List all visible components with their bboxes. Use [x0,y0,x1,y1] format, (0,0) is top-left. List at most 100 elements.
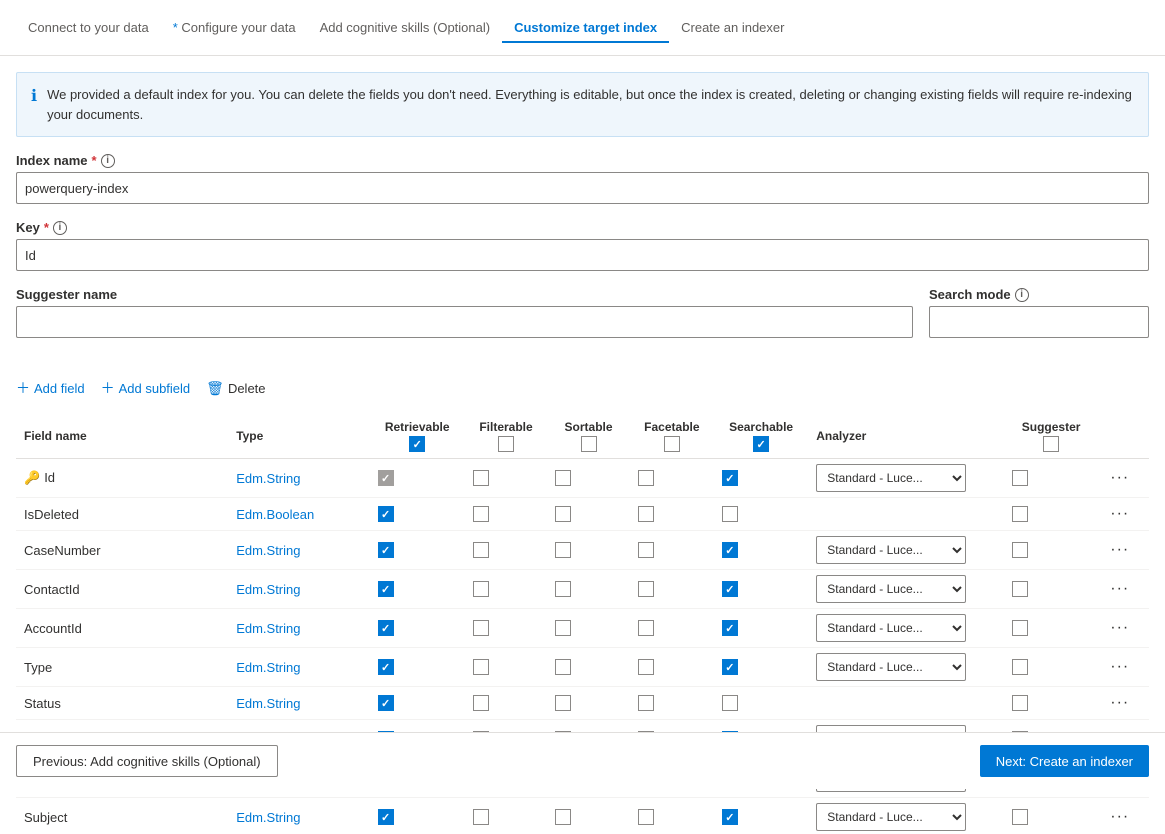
suggester-checkbox[interactable] [1012,542,1028,558]
nav-step-cognitive[interactable]: Add cognitive skills (Optional) [308,12,503,43]
searchable-checkbox[interactable] [722,581,738,597]
cell-suggester [1004,798,1098,834]
suggester-checkbox[interactable] [1012,659,1028,675]
facetable-checkbox[interactable] [638,470,654,486]
suggester-name-input[interactable] [16,306,913,338]
add-field-button[interactable]: ＋ Add field [16,374,85,402]
analyzer-select[interactable]: Standard - Luce... [816,614,966,642]
retrievable-checkbox[interactable] [378,542,394,558]
header-facetable-checkbox[interactable] [664,436,680,452]
retrievable-checkbox[interactable] [378,809,394,825]
facetable-checkbox[interactable] [638,695,654,711]
cell-suggester [1004,459,1098,498]
trash-icon: 🗑 [206,380,224,397]
row-more-button[interactable]: ··· [1106,467,1133,489]
key-info-icon[interactable]: i [53,221,67,235]
delete-button[interactable]: 🗑 Delete [206,376,265,401]
cell-retrievable [370,609,465,648]
cell-fieldname: CaseNumber [16,531,228,570]
sortable-checkbox[interactable] [555,659,571,675]
nav-step-customize[interactable]: Customize target index [502,12,669,43]
sortable-checkbox[interactable] [555,542,571,558]
suggester-checkbox[interactable] [1012,620,1028,636]
retrievable-checkbox[interactable] [378,470,394,486]
facetable-checkbox[interactable] [638,620,654,636]
searchable-checkbox[interactable] [722,470,738,486]
row-more-button[interactable]: ··· [1106,656,1133,678]
sortable-checkbox[interactable] [555,620,571,636]
index-name-input[interactable] [16,172,1149,204]
filterable-checkbox[interactable] [473,659,489,675]
facetable-checkbox[interactable] [638,542,654,558]
analyzer-select[interactable]: Standard - Luce... [816,575,966,603]
sortable-checkbox[interactable] [555,581,571,597]
nav-step-indexer[interactable]: Create an indexer [669,12,796,43]
header-suggester-checkbox[interactable] [1043,436,1059,452]
facetable-checkbox[interactable] [638,581,654,597]
cell-sortable [547,609,630,648]
index-name-info-icon[interactable]: i [101,154,115,168]
add-subfield-button[interactable]: ＋ Add subfield [101,374,191,402]
cell-sortable [547,531,630,570]
suggester-checkbox[interactable] [1012,695,1028,711]
search-mode-input[interactable] [929,306,1149,338]
row-more-button[interactable]: ··· [1106,806,1133,828]
search-mode-info-icon[interactable]: i [1015,288,1029,302]
analyzer-select[interactable]: Standard - Luce... [816,653,966,681]
header-sortable-checkbox[interactable] [581,436,597,452]
sortable-checkbox[interactable] [555,470,571,486]
searchable-checkbox[interactable] [722,620,738,636]
info-icon: ℹ [31,86,37,106]
filterable-checkbox[interactable] [473,695,489,711]
row-more-button[interactable]: ··· [1106,692,1133,714]
header-searchable-checkbox[interactable] [753,436,769,452]
searchable-checkbox[interactable] [722,809,738,825]
retrievable-checkbox[interactable] [378,506,394,522]
cell-filterable [465,609,548,648]
analyzer-select[interactable]: Standard - Luce... [816,464,966,492]
sortable-checkbox[interactable] [555,695,571,711]
row-more-button[interactable]: ··· [1106,503,1133,525]
facetable-checkbox[interactable] [638,659,654,675]
nav-step-connect[interactable]: Connect to your data [16,12,161,43]
filterable-checkbox[interactable] [473,809,489,825]
row-more-button[interactable]: ··· [1106,539,1133,561]
facetable-checkbox[interactable] [638,809,654,825]
sortable-checkbox[interactable] [555,506,571,522]
cell-actions: ··· [1098,648,1149,687]
suggester-checkbox[interactable] [1012,470,1028,486]
suggester-name-group: Suggester name [16,287,913,338]
back-button[interactable]: Previous: Add cognitive skills (Optional… [16,745,278,777]
filterable-checkbox[interactable] [473,506,489,522]
filterable-checkbox[interactable] [473,542,489,558]
filterable-checkbox[interactable] [473,470,489,486]
cell-facetable [630,798,714,834]
next-button[interactable]: Next: Create an indexer [980,745,1149,777]
searchable-checkbox[interactable] [722,695,738,711]
nav-step-configure[interactable]: Configure your data [161,12,308,43]
table-row: SubjectEdm.StringStandard - Luce...··· [16,798,1149,834]
header-retrievable-checkbox[interactable] [409,436,425,452]
filterable-checkbox[interactable] [473,620,489,636]
retrievable-checkbox[interactable] [378,659,394,675]
row-more-button[interactable]: ··· [1106,578,1133,600]
searchable-checkbox[interactable] [722,659,738,675]
suggester-checkbox[interactable] [1012,581,1028,597]
key-input[interactable] [16,239,1149,271]
analyzer-select[interactable]: Standard - Luce... [816,803,966,831]
suggester-checkbox[interactable] [1012,809,1028,825]
header-filterable-checkbox[interactable] [498,436,514,452]
searchable-checkbox[interactable] [722,542,738,558]
sortable-checkbox[interactable] [555,809,571,825]
row-more-button[interactable]: ··· [1106,617,1133,639]
retrievable-checkbox[interactable] [378,620,394,636]
retrievable-checkbox[interactable] [378,695,394,711]
analyzer-select[interactable]: Standard - Luce... [816,536,966,564]
suggester-checkbox[interactable] [1012,506,1028,522]
th-analyzer: Analyzer [808,414,1004,459]
cell-suggester [1004,609,1098,648]
searchable-checkbox[interactable] [722,506,738,522]
filterable-checkbox[interactable] [473,581,489,597]
facetable-checkbox[interactable] [638,506,654,522]
retrievable-checkbox[interactable] [378,581,394,597]
